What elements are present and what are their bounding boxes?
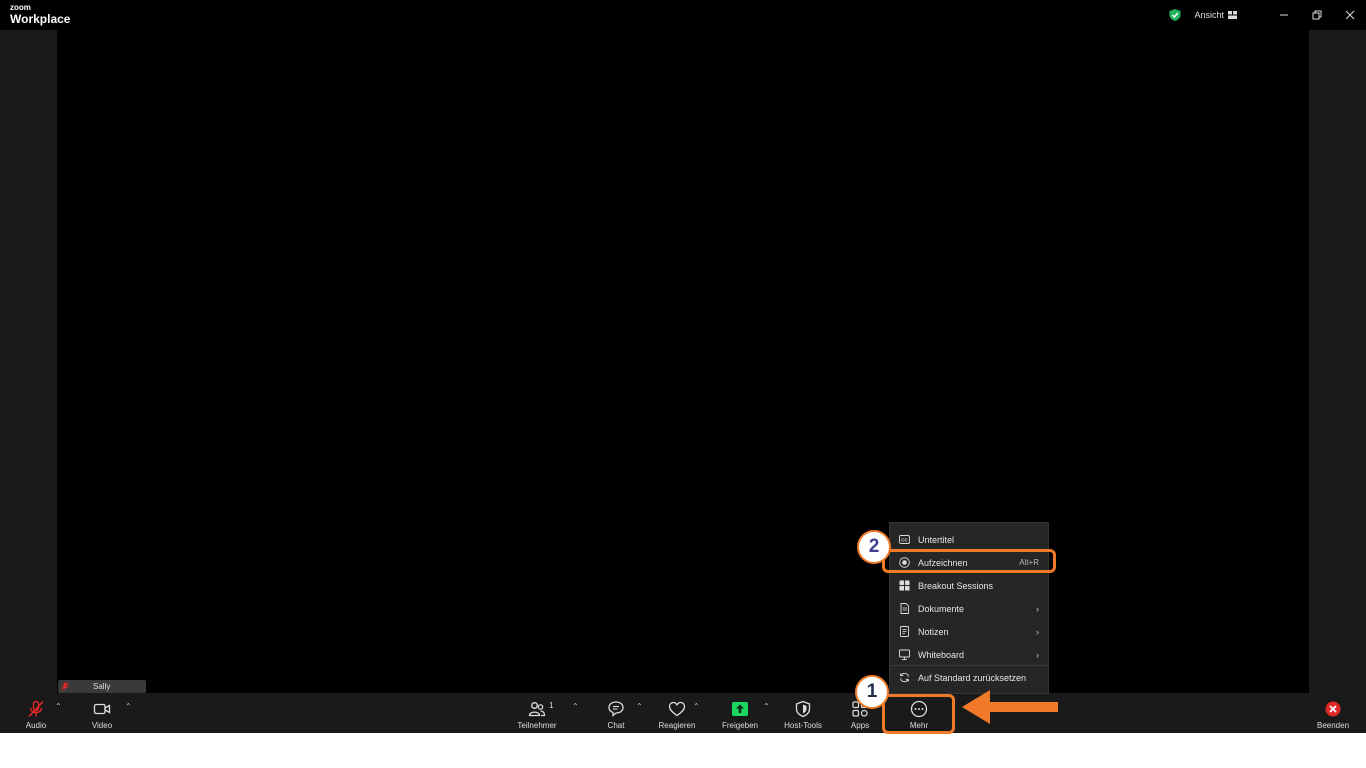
zoom-logo: zoom Workplace: [10, 3, 71, 26]
end-meeting-label: Beenden: [1316, 721, 1350, 730]
video-camera-icon: [93, 703, 111, 715]
view-button[interactable]: Ansicht: [1194, 10, 1224, 20]
participant-name-tag: Sally: [58, 680, 146, 693]
video-label: Video: [91, 721, 113, 730]
menu-item-subtitles[interactable]: CC Untertitel: [890, 528, 1048, 551]
submenu-chevron-right-icon: ›: [1036, 649, 1039, 660]
restore-icon: [1312, 10, 1321, 20]
menu-item-reset-default[interactable]: Auf Standard zurücksetzen: [890, 666, 1048, 689]
menu-item-notes[interactable]: Notizen ›: [890, 620, 1048, 643]
logo-zoom-text: zoom: [10, 3, 31, 12]
reset-icon: [899, 672, 910, 683]
restore-button[interactable]: [1300, 0, 1333, 30]
host-shield-icon: [795, 700, 811, 718]
participants-button[interactable]: Teilnehmer: [512, 693, 562, 733]
host-tools-button[interactable]: Host-Tools: [780, 693, 826, 733]
video-area[interactable]: [57, 30, 1309, 693]
react-button[interactable]: Reagieren: [654, 693, 700, 733]
menu-item-label: Untertitel: [918, 534, 955, 545]
right-margin: [1309, 30, 1366, 693]
close-icon: [1345, 10, 1354, 20]
chat-bubble-icon: [608, 701, 624, 717]
notes-icon: [900, 626, 909, 637]
view-grid-icon[interactable]: [1228, 11, 1237, 19]
cc-icon: CC: [899, 535, 910, 544]
document-icon: [900, 603, 909, 614]
menu-item-label: Whiteboard: [918, 649, 965, 660]
heart-icon: [668, 701, 686, 717]
close-window-button[interactable]: [1333, 0, 1366, 30]
menu-item-whiteboard[interactable]: Whiteboard ›: [890, 643, 1048, 666]
audio-label: Audio: [25, 721, 47, 730]
menu-item-documents[interactable]: Dokumente ›: [890, 597, 1048, 620]
minimize-icon: [1279, 14, 1288, 16]
video-button[interactable]: Video: [83, 693, 121, 733]
grid-icon: [899, 580, 910, 591]
end-meeting-button[interactable]: Beenden: [1312, 693, 1354, 733]
audio-button[interactable]: Audio: [17, 693, 55, 733]
end-meeting-close-icon: [1325, 701, 1341, 717]
menu-item-label: Notizen: [918, 626, 949, 637]
muted-mic-icon: [61, 682, 69, 691]
react-label: Reagieren: [658, 721, 696, 730]
chat-button[interactable]: Chat: [598, 693, 634, 733]
participants-options-chevron-up-icon[interactable]: ⌃: [572, 702, 579, 711]
participants-count: 1: [549, 701, 554, 710]
muted-mic-icon: [28, 700, 44, 718]
chat-options-chevron-up-icon[interactable]: ⌃: [636, 702, 643, 711]
whiteboard-icon: [899, 649, 910, 660]
menu-item-label: Dokumente: [918, 603, 965, 614]
menu-item-breakout-sessions[interactable]: Breakout Sessions: [890, 574, 1048, 597]
zoom-meeting-window: zoom Workplace Ansicht Sally Audio ⌃ Vid…: [0, 0, 1366, 734]
menu-item-label: Auf Standard zurücksetzen: [918, 672, 1027, 683]
participants-icon: [528, 702, 546, 717]
react-options-chevron-up-icon[interactable]: ⌃: [693, 702, 700, 711]
video-options-chevron-up-icon[interactable]: ⌃: [125, 702, 132, 711]
meeting-toolbar: Audio ⌃ Video ⌃ Teilnehmer 1 ⌃ Chat ⌃ Re…: [0, 693, 1366, 733]
menu-item-label: Breakout Sessions: [918, 580, 994, 591]
svg-text:CC: CC: [901, 538, 908, 543]
share-screen-icon: [732, 702, 748, 716]
audio-options-chevron-up-icon[interactable]: ⌃: [55, 702, 62, 711]
title-bar: zoom Workplace Ansicht: [0, 0, 1366, 30]
minimize-button[interactable]: [1267, 0, 1300, 30]
participant-name: Sally: [93, 682, 111, 691]
more-menu: CC Untertitel Aufzeichnen Alt+R Breakout…: [889, 522, 1049, 694]
submenu-chevron-right-icon: ›: [1036, 603, 1039, 614]
share-button[interactable]: Freigeben: [717, 693, 763, 733]
chat-label: Chat: [607, 721, 625, 730]
apps-label: Apps: [850, 721, 870, 730]
more-highlight-annotation: [882, 694, 955, 734]
logo-workplace-text: Workplace: [10, 12, 71, 26]
share-label: Freigeben: [721, 721, 759, 730]
encryption-shield-icon[interactable]: [1168, 8, 1182, 22]
pointer-arrow-icon: [962, 690, 1058, 724]
left-margin: [0, 30, 57, 693]
step-1-badge: 1: [855, 675, 889, 709]
record-highlight-annotation: [882, 549, 1056, 573]
participants-label: Teilnehmer: [517, 721, 557, 730]
submenu-chevron-right-icon: ›: [1036, 626, 1039, 637]
step-2-badge: 2: [857, 530, 891, 564]
title-bar-controls: Ansicht: [1168, 0, 1366, 30]
share-options-chevron-up-icon[interactable]: ⌃: [763, 702, 770, 711]
host-tools-label: Host-Tools: [784, 721, 822, 730]
